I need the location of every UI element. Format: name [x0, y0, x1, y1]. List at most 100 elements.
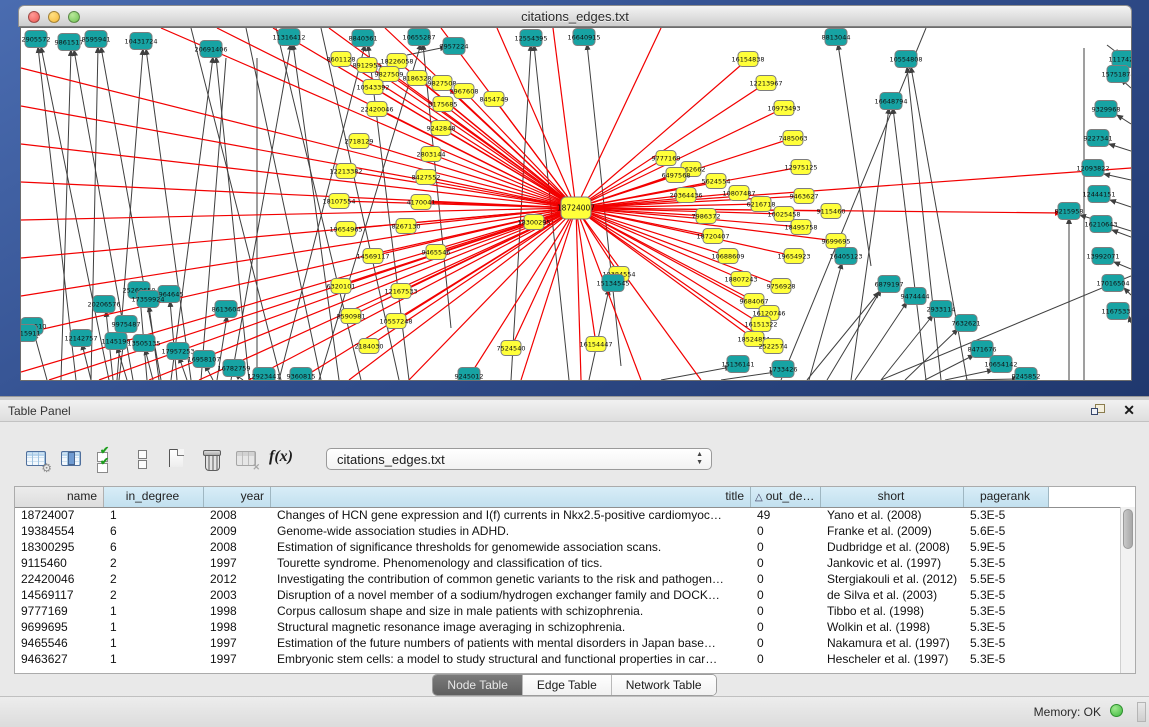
citation-edge-black[interactable] [1104, 174, 1131, 180]
citation-edge-red[interactable] [21, 68, 576, 208]
tab-network-table[interactable]: Network Table [612, 675, 716, 695]
graph-node-label: 9474444 [901, 293, 930, 301]
column-header-out_degree[interactable]: △out_de… [751, 487, 821, 507]
citation-edge-black[interactable] [589, 289, 609, 380]
citation-network-graph[interactable]: 8601128891295418226058982750981863281054… [21, 28, 1131, 380]
column-header-in_degree[interactable]: in_degree [104, 487, 204, 507]
citation-edge-black[interactable] [807, 292, 879, 380]
citation-edge-black[interactable] [82, 344, 91, 380]
citation-edge-black[interactable] [1129, 316, 1131, 323]
column-header-pagerank[interactable]: pagerank [964, 487, 1049, 507]
citation-edge-black[interactable] [61, 50, 71, 380]
citation-edge-black[interactable] [945, 370, 993, 380]
table-row[interactable]: 946362711997Embryonic stem cells: a mode… [15, 651, 1120, 667]
column-header-name[interactable]: name [15, 487, 104, 507]
citation-edge-black[interactable] [965, 379, 1018, 380]
citation-edge-black[interactable] [827, 290, 881, 380]
column-visibility-icon[interactable] [59, 446, 85, 472]
table-row[interactable]: 946554611997Estimation of the future num… [15, 635, 1120, 651]
table-row[interactable]: 1938455462009Genome-wide association stu… [15, 523, 1120, 539]
column-header-year[interactable]: year [204, 487, 271, 507]
citation-edge-red[interactable] [521, 208, 576, 380]
citation-edge-black[interactable] [851, 108, 889, 380]
citation-edge-black[interactable] [1117, 115, 1131, 124]
citation-edge-red[interactable] [576, 168, 1131, 208]
network-window-titlebar[interactable]: citations_edges.txt [18, 5, 1132, 27]
citation-edge-red[interactable] [576, 28, 661, 208]
table-settings-icon[interactable] [24, 446, 50, 472]
table-selector-combobox[interactable]: citations_edges.txt ▲▼ [326, 448, 712, 470]
table-row[interactable]: 1830029562008Estimation of significance … [15, 539, 1120, 555]
graph-node-label: 12213382 [329, 168, 362, 176]
network-view-canvas[interactable]: 8601128891295418226058982750981863281054… [20, 27, 1132, 381]
vertical-scrollbar[interactable] [1120, 507, 1135, 673]
citation-edge-black[interactable] [855, 302, 907, 380]
citation-edge-black[interactable] [179, 357, 187, 380]
table-row[interactable]: 911546021997Tourette syndrome. Phenomeno… [15, 555, 1120, 571]
tab-edge-table[interactable]: Edge Table [523, 675, 612, 695]
graph-node-label: 9827509 [375, 71, 404, 79]
table-row[interactable]: 1872400712008Changes of HCN gene express… [15, 507, 1120, 523]
citation-edge-black[interactable] [893, 108, 926, 380]
graph-node-label: 3175685 [429, 101, 458, 109]
column-header-short[interactable]: short [821, 487, 964, 507]
combobox-stepper-icon[interactable]: ▲▼ [696, 451, 703, 467]
citation-edge-black[interactable] [201, 58, 226, 380]
graph-node-label: 9115460 [817, 208, 846, 216]
delete-table-icon[interactable] [199, 446, 225, 472]
citation-edge-red[interactable] [161, 28, 576, 208]
citation-edge-red[interactable] [576, 208, 641, 380]
table-row[interactable]: 977716911998Corpus callosum shape and si… [15, 603, 1120, 619]
function-builder-icon[interactable]: f(x) [269, 446, 299, 472]
graph-node-label: 9227341 [1084, 135, 1113, 143]
table-row[interactable]: 969969511998Structural magnetic resonanc… [15, 619, 1120, 635]
citation-edge-red[interactable] [576, 208, 761, 324]
citation-edge-red[interactable] [21, 144, 576, 208]
citation-edge-black[interactable] [1114, 262, 1131, 269]
graph-node-label: 8595941 [82, 36, 111, 44]
table-row[interactable]: 1456911722003Disruption of a novel membe… [15, 587, 1120, 603]
citation-edge-black[interactable] [191, 28, 281, 380]
scrollbar-thumb[interactable] [1123, 509, 1133, 549]
citation-edge-black[interactable] [1124, 288, 1131, 295]
citation-edge-black[interactable] [1110, 200, 1131, 207]
citation-edge-black[interactable] [91, 47, 98, 380]
cell-out_degree: 49 [751, 507, 821, 523]
table-row[interactable]: 2242004622012Investigating the contribut… [15, 571, 1120, 587]
citation-edge-black[interactable] [838, 44, 871, 266]
graph-node-label: 9861517 [55, 39, 84, 47]
citation-edge-black[interactable] [907, 67, 941, 380]
citation-edge-black[interactable] [905, 329, 958, 380]
graph-node-label: 12167533 [384, 288, 417, 296]
graph-node-label: 19654923 [777, 253, 810, 261]
toggle-views-icon[interactable] [129, 446, 155, 472]
tab-node-table[interactable]: Node Table [433, 675, 523, 695]
graph-node-label: 22420046 [360, 106, 393, 114]
graph-node-label: 17359924 [131, 296, 164, 304]
cell-short: Jankovic et al. (1997) [821, 555, 964, 571]
citation-edge-black[interactable] [1109, 144, 1131, 151]
citation-edge-black[interactable] [171, 57, 213, 380]
table-tabs: Node TableEdge TableNetwork Table [432, 674, 716, 696]
graph-node-label: 8613604 [212, 306, 241, 314]
cell-name: 9463627 [15, 651, 104, 667]
citation-edge-red[interactable] [389, 74, 576, 208]
row-selection-icon[interactable] [94, 446, 120, 472]
new-table-icon[interactable] [164, 446, 190, 472]
graph-node-label: 16648794 [874, 98, 907, 106]
sort-ascending-icon: △ [755, 492, 763, 503]
citation-edge-black[interactable] [1112, 230, 1131, 237]
float-panel-icon[interactable] [1091, 404, 1105, 416]
graph-node-label: 6497568 [662, 172, 691, 180]
resize-grip[interactable] [1137, 702, 1146, 722]
citation-edge-black[interactable] [911, 67, 967, 380]
graph-node-label: 10688609 [711, 253, 744, 261]
column-header-title[interactable]: title [271, 487, 751, 507]
graph-node-label: 18495758 [784, 224, 817, 232]
cell-in_degree: 1 [104, 635, 204, 651]
graph-node-label: 18226058 [380, 58, 413, 66]
citation-edge-red[interactable] [21, 208, 576, 220]
close-panel-icon[interactable]: ✕ [1123, 402, 1135, 418]
table-selector-value: citations_edges.txt [337, 452, 445, 467]
citation-edge-black[interactable] [293, 44, 339, 380]
